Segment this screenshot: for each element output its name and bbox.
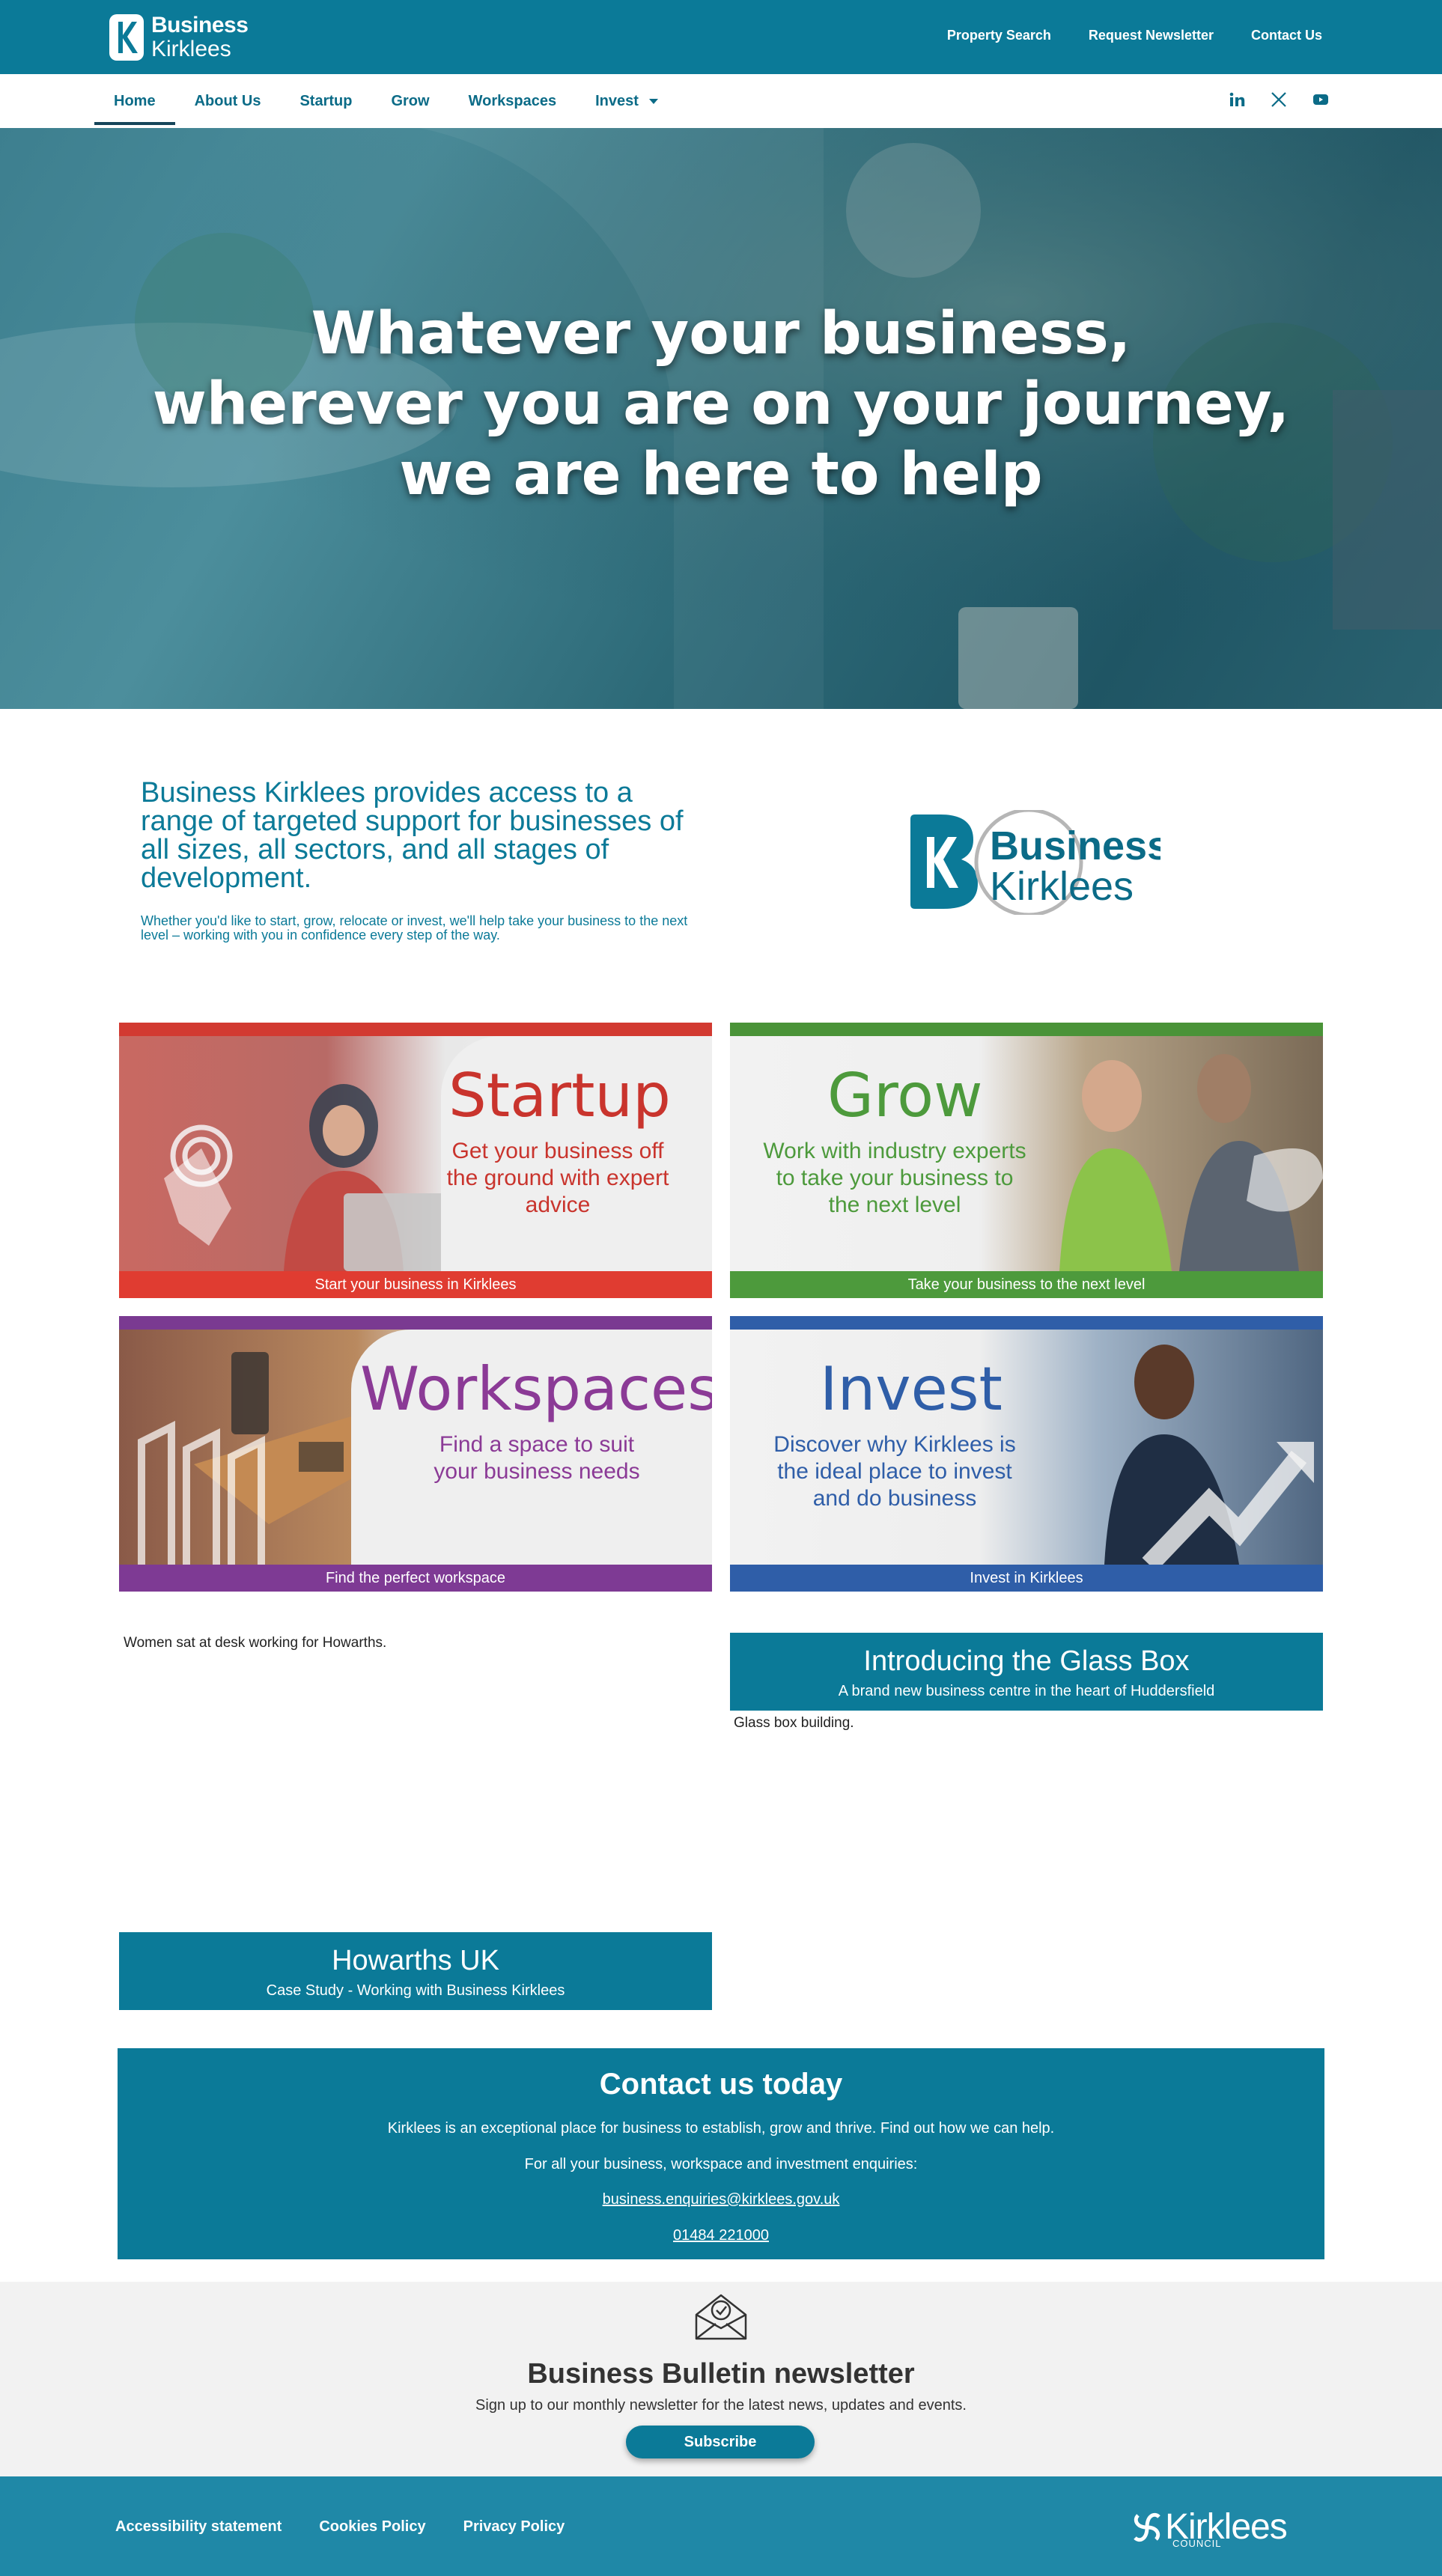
nav-grow[interactable]: Grow [371,80,448,122]
envelope-check-icon [695,2294,747,2340]
glass-box-title: Introducing the Glass Box [863,1645,1190,1677]
startup-tile[interactable]: Startup Get your business off the ground… [119,1023,712,1298]
contact-email-link[interactable]: business.enquiries@kirklees.gov.uk [603,2191,840,2208]
contact-phone-link[interactable]: 01484 221000 [673,2227,769,2244]
nav-home[interactable]: Home [94,80,175,125]
invest-link-bar[interactable]: Invest in Kirklees [730,1565,1323,1592]
intro-logo-line1: Business [990,823,1160,868]
newsletter-title: Business Bulletin newsletter [527,2358,915,2390]
logo-k-icon [109,14,144,61]
invest-title: Invest [820,1354,1003,1424]
kirklees-council-logo[interactable]: Kirklees COUNCIL [1129,2505,1288,2550]
contact-enquiries-text: For all your business, workspace and inv… [524,2156,918,2172]
newsletter-section: Business Bulletin newsletter Sign up to … [0,2282,1442,2476]
glass-box-image-alt: Glass box building. [734,1715,854,1731]
grow-tile[interactable]: Grow Work with industry experts to take … [730,1023,1323,1298]
kirklees-flower-icon [1134,2512,1160,2542]
invest-band [730,1316,1323,1330]
howarths-subtitle: Case Study - Working with Business Kirkl… [266,1982,565,1999]
workspaces-title: Workspaces [360,1354,712,1424]
glass-box-subtitle: A brand new business centre in the heart… [838,1683,1215,1699]
council-logo-text: COUNCIL [1172,2538,1222,2549]
chevron-down-icon [648,99,658,105]
hero-title-line3: we are here to help [399,441,1043,508]
grow-description: Work with industry experts to take your … [763,1139,1026,1217]
top-bar: Business Kirklees Property Search Reques… [0,0,1442,74]
newsletter-text: Sign up to our monthly newsletter for th… [475,2397,967,2414]
grow-title: Grow [827,1061,983,1130]
howarths-image-alt: Women sat at desk working for Howarths. [124,1635,387,1651]
workspaces-tile[interactable]: Workspaces Find a space to suit your bus… [119,1316,712,1592]
property-search-link[interactable]: Property Search [947,28,1051,43]
intro-heading: Business Kirklees provides access to a r… [141,777,684,894]
cookies-policy-link[interactable]: Cookies Policy [319,2518,425,2536]
workspaces-band [119,1316,712,1330]
subscribe-button[interactable]: Subscribe [626,2426,815,2458]
nav-about-us[interactable]: About Us [175,80,281,122]
intro-logo-line2: Kirklees [990,864,1134,909]
invest-tile[interactable]: Invest Discover why Kirklees is the idea… [730,1316,1323,1592]
linkedin-icon[interactable] [1228,91,1246,109]
startup-band [119,1023,712,1036]
logo-line1: Business [151,13,249,37]
contact-us-link[interactable]: Contact Us [1251,28,1322,43]
nav-invest[interactable]: Invest [576,80,678,122]
logo-line2: Kirklees [151,37,231,61]
x-icon[interactable] [1270,91,1288,109]
startup-title: Startup [448,1061,671,1130]
workspaces-link-bar[interactable]: Find the perfect workspace [119,1565,712,1592]
workspaces-description: Find a space to suit your business needs [433,1432,640,1484]
grow-link-bar[interactable]: Take your business to the next level [730,1271,1323,1298]
contact-text: Kirklees is an exceptional place for bus… [387,2120,1055,2137]
footer: Accessibility statement Cookies Policy P… [0,2476,1442,2576]
invest-description: Discover why Kirklees is the ideal place… [773,1432,1016,1511]
privacy-policy-link[interactable]: Privacy Policy [463,2518,565,2536]
intro-subtext: Whether you'd like to start, grow, reloc… [141,913,688,943]
accessibility-statement-link[interactable]: Accessibility statement [115,2518,282,2536]
contact-section: Contact us today Kirklees is an exceptio… [118,2048,1324,2259]
business-kirklees-logo[interactable]: Business Kirklees [109,13,249,61]
contact-title: Contact us today [599,2068,843,2101]
nav-workspaces[interactable]: Workspaces [449,80,576,122]
grow-band [730,1023,1323,1036]
request-newsletter-link[interactable]: Request Newsletter [1089,28,1214,43]
nav-invest-label: Invest [595,93,639,109]
howarths-card[interactable]: Howarths UK Case Study - Working with Bu… [119,1932,712,2010]
youtube-icon[interactable] [1312,91,1330,109]
hero-title-line1: Whatever your business, [311,300,1131,368]
startup-description: Get your business off the ground with ex… [446,1139,669,1217]
business-kirklees-large-logo: Business Kirklees [906,808,1169,917]
startup-link-bar[interactable]: Start your business in Kirklees [119,1271,712,1298]
glass-box-card[interactable]: Introducing the Glass Box A brand new bu… [730,1633,1323,1711]
howarths-title: Howarths UK [332,1945,499,1976]
main-navigation: Home About Us Startup Grow Workspaces In… [0,74,1442,128]
nav-startup[interactable]: Startup [280,80,371,122]
hero-title-line2: wherever you are on your journey, [152,371,1290,438]
hero-banner: Whatever your business, wherever you are… [0,128,1442,709]
